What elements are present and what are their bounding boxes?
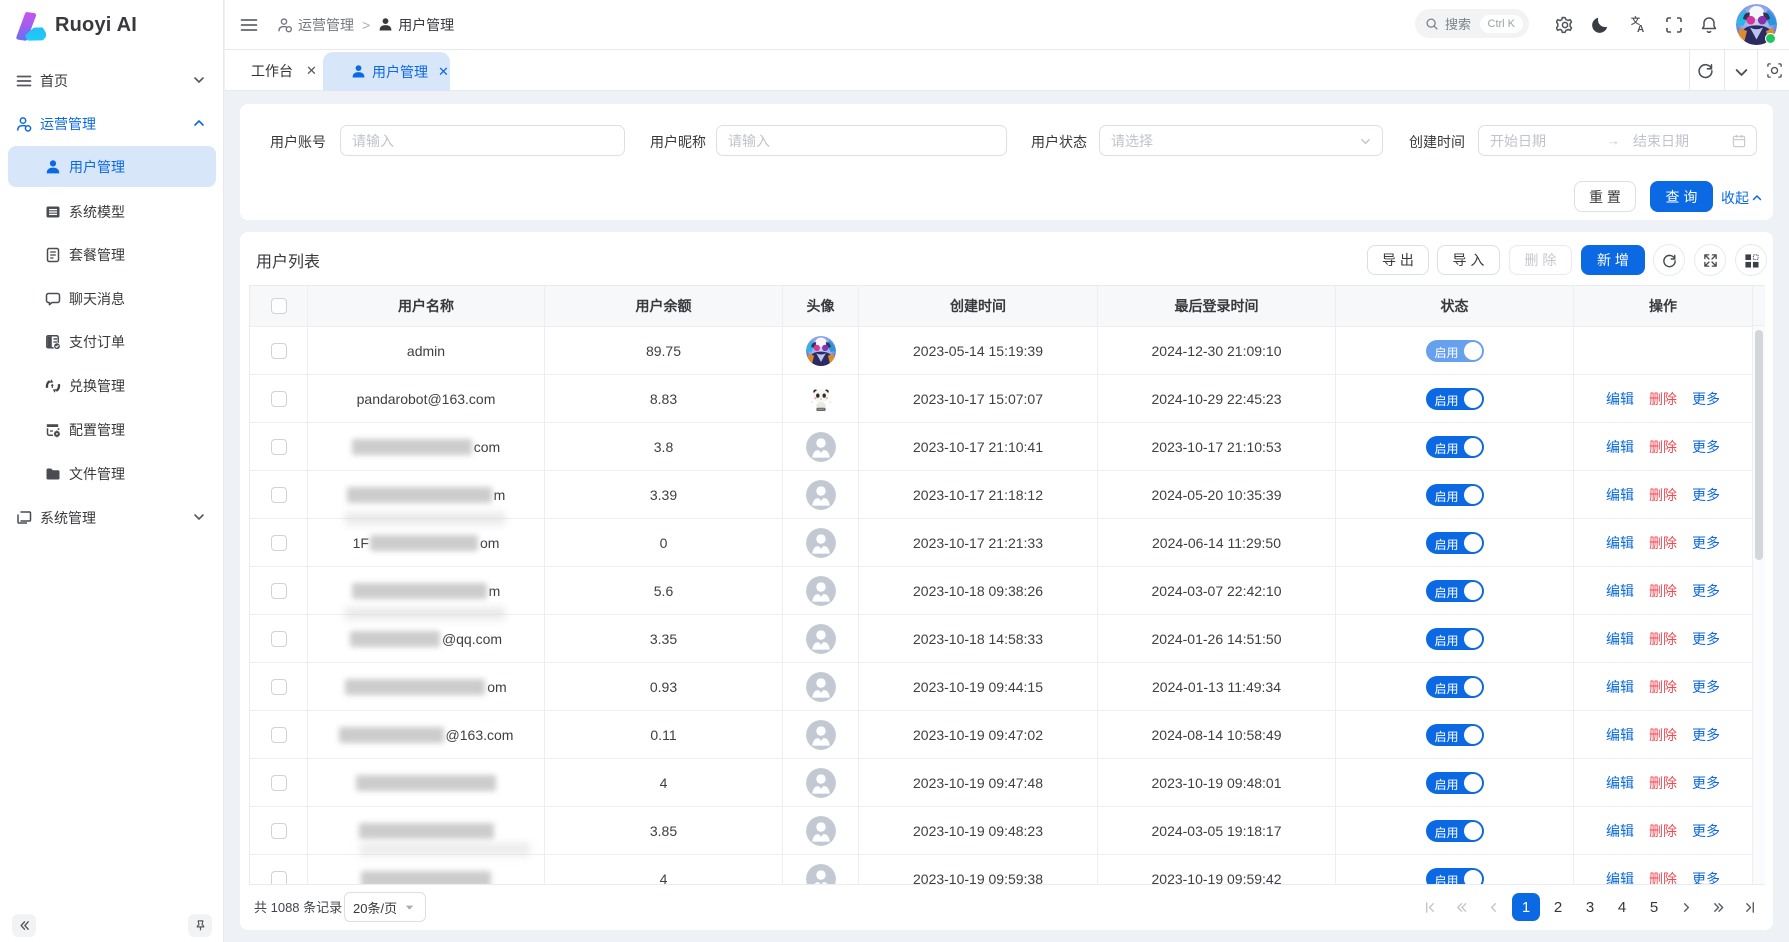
svg-text:A: A — [1637, 24, 1644, 34]
